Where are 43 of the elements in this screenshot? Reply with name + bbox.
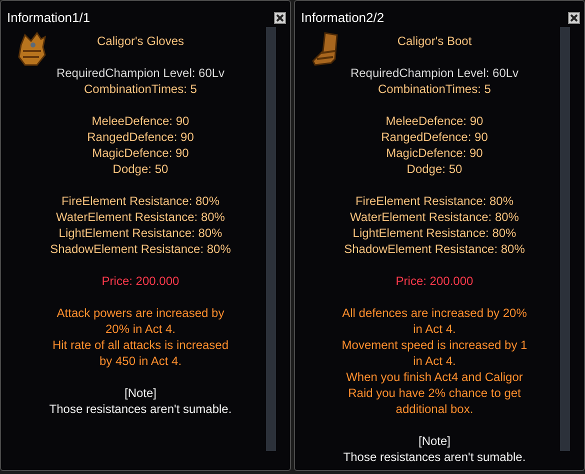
stat-text: RequiredChampion Level: 60Lv bbox=[350, 65, 519, 81]
effect-text: Movement speed is increased by 1 in Act 4. bbox=[340, 337, 528, 369]
stat-text: LightElement Resistance: 80% bbox=[352, 225, 516, 241]
stat-text: ShadowElement Resistance: 80% bbox=[50, 241, 231, 257]
effect-text: All defences are increased by 20% in Act 4. bbox=[341, 305, 528, 337]
close-button[interactable] bbox=[274, 12, 286, 24]
stat-text: LightElement Resistance: 80% bbox=[58, 225, 222, 241]
scrollbar[interactable] bbox=[560, 27, 570, 451]
gauntlet-icon bbox=[17, 31, 47, 67]
stat-text: RangedDefence: 90 bbox=[87, 129, 194, 145]
note-text: [Note] bbox=[124, 385, 156, 401]
close-icon bbox=[276, 14, 284, 22]
stat-text: Dodge: 50 bbox=[406, 161, 462, 177]
stat-text: CombinationTimes: 5 bbox=[378, 81, 491, 97]
note-text: [Note] bbox=[418, 433, 450, 449]
stat-text: RequiredChampion Level: 60Lv bbox=[56, 65, 225, 81]
price-text: Price: 200.000 bbox=[102, 273, 180, 289]
effect-text: When you finish Act4 and Caligor Raid you have 2% chance to get additional box. bbox=[345, 369, 524, 417]
boot-icon bbox=[311, 31, 341, 67]
scrollbar[interactable] bbox=[266, 27, 276, 451]
item-name: Caligor's Gloves bbox=[97, 33, 184, 49]
close-icon bbox=[570, 14, 578, 22]
stat-text: FireElement Resistance: 80% bbox=[355, 193, 514, 209]
window-title: Information1/1 bbox=[7, 9, 90, 28]
stat-text: WaterElement Resistance: 80% bbox=[350, 209, 519, 225]
stat-text: Dodge: 50 bbox=[112, 161, 168, 177]
effect-text: Hit rate of all attacks is increased by 450 in Act 4. bbox=[51, 337, 230, 369]
effect-text: Attack powers are increased by 20% in Act 4. bbox=[56, 305, 226, 337]
note-text: Those resistances aren't sumable. bbox=[343, 449, 526, 465]
window-title: Information2/2 bbox=[301, 9, 384, 28]
stat-text: MeleeDefence: 90 bbox=[386, 113, 484, 129]
stat-text: FireElement Resistance: 80% bbox=[61, 193, 220, 209]
price-text: Price: 200.000 bbox=[396, 273, 474, 289]
stat-text: MagicDefence: 90 bbox=[92, 145, 189, 161]
item-name: Caligor's Boot bbox=[397, 33, 472, 49]
stat-text: WaterElement Resistance: 80% bbox=[56, 209, 225, 225]
stat-text: ShadowElement Resistance: 80% bbox=[344, 241, 525, 257]
stat-text: RangedDefence: 90 bbox=[381, 129, 488, 145]
stat-text: MeleeDefence: 90 bbox=[92, 113, 190, 129]
stat-text: CombinationTimes: 5 bbox=[84, 81, 197, 97]
close-button[interactable] bbox=[568, 12, 580, 24]
note-text: Those resistances aren't sumable. bbox=[49, 401, 232, 417]
stat-text: MagicDefence: 90 bbox=[386, 145, 483, 161]
